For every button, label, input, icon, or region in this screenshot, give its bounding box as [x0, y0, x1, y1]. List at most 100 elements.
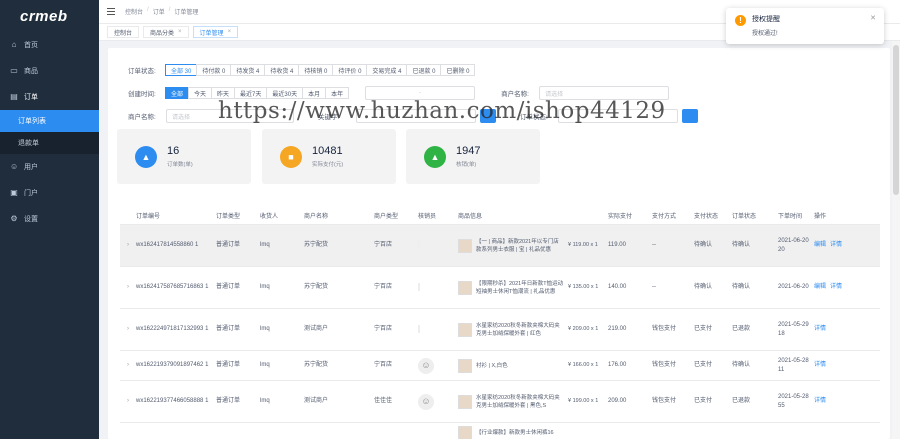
- pay-status: 待确认: [694, 242, 713, 248]
- status-option[interactable]: 待核销 0: [298, 64, 334, 76]
- status-option[interactable]: 全部 30: [165, 64, 198, 76]
- time-option[interactable]: 全部: [165, 87, 190, 99]
- goods-price: ¥ 166.00 x 1: [568, 362, 599, 368]
- order-status: 已退款: [732, 326, 751, 332]
- actual-pay: 219.00: [608, 326, 627, 332]
- order-time: 2021-05-29 18: [778, 321, 809, 337]
- order-time: 2021-06-20 20: [778, 237, 809, 253]
- expand-icon[interactable]: ›: [120, 241, 136, 250]
- action-link[interactable]: 详情: [830, 241, 842, 250]
- table-header-cell: 订单状态: [732, 214, 757, 220]
- action-link[interactable]: 详情: [814, 397, 826, 406]
- table-row[interactable]: 【行业爆款】新款男士休闲裤16: [120, 423, 880, 439]
- goods-title: 【一 | 商品】新款2021年以专门店款系列男士衣服 | 宝 | 礼品优惠: [476, 238, 559, 253]
- order-status: 待确认: [732, 362, 751, 368]
- tab-category[interactable]: 商品分类 ×: [143, 26, 189, 38]
- table-body: › wx162417814558860 1 普通订单 lmq 苏宁配货 宁百店 …: [120, 225, 880, 439]
- row-actions: 详情: [814, 325, 844, 334]
- close-icon[interactable]: ×: [228, 29, 232, 35]
- action-link[interactable]: 详情: [814, 361, 826, 370]
- status-option[interactable]: 已删除 0: [440, 64, 476, 76]
- order-time: 2021-05-28 55: [778, 393, 809, 409]
- submenu-order-list[interactable]: 订单列表: [0, 110, 99, 132]
- stat-label: 实际支付(元): [312, 162, 344, 168]
- status-option[interactable]: 交易完成 4: [366, 64, 408, 76]
- tab-order-manage[interactable]: 订单管理 ×: [192, 26, 239, 38]
- basket-icon: ▲: [424, 145, 446, 168]
- expand-icon[interactable]: ›: [120, 361, 136, 370]
- orders-table: 订单编号 订单类型 收货人 商户名称 商户类型 核销员 商品信息 实际支付 支付…: [120, 207, 880, 439]
- table-row[interactable]: › wx162417814558860 1 普通订单 lmq 苏宁配货 宁百店 …: [120, 225, 880, 267]
- goods-thumbnail: [458, 394, 472, 409]
- sidebar-item-label: 门户: [24, 190, 38, 197]
- pay-type: 钱包支付: [652, 326, 677, 332]
- tab-label: 控制台: [114, 30, 133, 37]
- table-row[interactable]: › wx162219377466058888 1 普通订单 lmq 测试商户 佳…: [120, 381, 880, 423]
- pay-type: 钱包支付: [652, 398, 677, 404]
- close-icon[interactable]: ✕: [870, 14, 876, 22]
- expand-icon[interactable]: ›: [120, 325, 136, 334]
- action-link[interactable]: 编辑: [814, 283, 826, 292]
- status-radio-group: 全部 30 待付款 0 待发货 4 待收货 4 待核销 0 待评价 0 交易完成…: [165, 64, 476, 76]
- submenu-refund[interactable]: 退款单: [0, 132, 99, 154]
- filter-label: 商户名称:: [128, 114, 156, 121]
- sidebar-item-home[interactable]: ⌂ 首页: [0, 32, 99, 58]
- verify-image: [418, 241, 420, 249]
- status-option[interactable]: 待发货 4: [230, 64, 266, 76]
- status-option[interactable]: 待收货 4: [264, 64, 300, 76]
- close-icon[interactable]: ×: [178, 29, 182, 35]
- goods-price: ¥ 119.00 x 1: [568, 242, 598, 248]
- goods-thumbnail: [458, 358, 472, 373]
- stat-card-verify: ▲ 1947 核销(单): [406, 129, 540, 184]
- tab-dashboard[interactable]: 控制台: [107, 26, 140, 38]
- status-option[interactable]: 已退款 0: [406, 64, 442, 76]
- action-link[interactable]: 详情: [814, 325, 826, 334]
- sidebar-item-user[interactable]: ☺ 用户: [0, 154, 99, 180]
- sidebar-item-portal[interactable]: ▣ 门户: [0, 180, 99, 206]
- menu-toggle-icon[interactable]: [107, 8, 115, 15]
- table-header-cell: 实际支付: [608, 214, 633, 220]
- action-link[interactable]: 编辑: [814, 241, 826, 250]
- breadcrumb-separator: /: [168, 7, 171, 13]
- verifier: [418, 283, 458, 292]
- order-type: 普通订单: [216, 362, 241, 368]
- stat-card-orders: ▲ 16 订单数(单): [117, 129, 251, 184]
- time-option[interactable]: 今天: [188, 87, 213, 99]
- stat-label: 核销(单): [456, 162, 477, 168]
- shop-name: 测试商户: [304, 326, 329, 332]
- table-row[interactable]: › wx162219379091897462 1 普通订单 lmq 苏宁配货 宁…: [120, 351, 880, 381]
- home-icon: ⌂: [11, 40, 17, 49]
- avatar: ☺: [418, 357, 434, 374]
- sidebar-item-label: 商品: [24, 68, 38, 75]
- action-link[interactable]: 详情: [830, 283, 842, 292]
- expand-icon[interactable]: ›: [120, 397, 136, 406]
- verifier: [418, 241, 458, 250]
- pay-status: 已支付: [694, 326, 713, 332]
- goods-title: 水星家纺2020秋冬新款夹棉大码夹克男士加绒保暖外套 | 红色: [476, 322, 560, 337]
- goods-thumbnail: [458, 322, 472, 337]
- status-option[interactable]: 待付款 0: [196, 64, 232, 76]
- breadcrumb-item[interactable]: 控制台: [125, 7, 143, 16]
- shop-type: 宁百店: [374, 242, 393, 248]
- search-button-2[interactable]: [682, 109, 698, 123]
- status-option[interactable]: 待评价 0: [332, 64, 368, 76]
- scrollbar-thumb[interactable]: [893, 45, 899, 195]
- receiver: lmq: [260, 326, 270, 332]
- pay-type: --: [652, 242, 656, 248]
- sidebar-item-settings[interactable]: ⚙ 设置: [0, 206, 99, 232]
- goods-info: 水星家纺2020秋冬新款夹棉大码夹克男士加绒保暖外套 | 黑色,S ¥ 199.…: [458, 394, 608, 410]
- table-row[interactable]: › wx162224971817132993 1 普通订单 lmq 测试商户 宁…: [120, 309, 880, 351]
- shop-name: 苏宁配货: [304, 242, 329, 248]
- breadcrumb-item[interactable]: 订单: [153, 7, 165, 16]
- page-scrollbar[interactable]: [892, 41, 900, 439]
- table-header-cell: 操作: [814, 214, 827, 220]
- portal-icon: ▣: [10, 188, 18, 197]
- sidebar-item-label: 用户: [24, 164, 38, 171]
- expand-icon[interactable]: ›: [120, 283, 136, 292]
- sidebar-item-label: 首页: [24, 42, 38, 49]
- sidebar-item-shop[interactable]: ▭ 商品: [0, 58, 99, 84]
- sidebar-item-order[interactable]: ▤ 订单: [0, 84, 99, 110]
- shop-type: 宁百店: [374, 362, 393, 368]
- table-row[interactable]: › wx162417587685716863 1 普通订单 lmq 苏宁配货 宁…: [120, 267, 880, 309]
- goods-title: 【行业爆款】新款男士休闲裤16: [476, 429, 554, 436]
